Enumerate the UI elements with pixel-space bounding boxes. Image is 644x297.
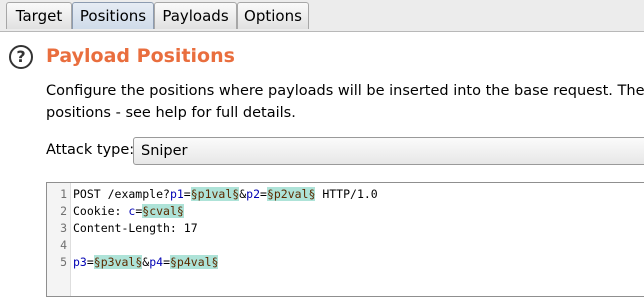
- code-text: HTTP/1.0: [315, 187, 378, 201]
- tab-options[interactable]: Options: [237, 2, 309, 29]
- payload-marker: §cval§: [142, 204, 184, 218]
- request-line: 5 p3=§p3val§&p4=§p4val§: [47, 254, 644, 271]
- request-editor[interactable]: 1 POST /example?p1=§p1val§&p2=§p2val§ HTT…: [46, 182, 644, 297]
- page-title: Payload Positions: [46, 45, 235, 67]
- param-name: p2: [246, 187, 260, 201]
- request-line-code: p3=§p3val§&p4=§p4val§: [73, 254, 219, 271]
- payload-marker: §p4val§: [170, 255, 219, 269]
- tab-positions[interactable]: Positions: [72, 2, 154, 29]
- code-text: Content-Length:: [73, 221, 184, 235]
- line-number: 2: [60, 204, 67, 218]
- payload-marker: §p2val§: [266, 187, 316, 201]
- description-line-2: positions - see help for full details.: [46, 105, 296, 121]
- description-line-1: Configure the positions where payloads w…: [46, 83, 644, 99]
- line-number: 1: [60, 187, 67, 201]
- line-number: 5: [60, 255, 67, 269]
- request-line-code: Cookie: c=§cval§: [73, 203, 184, 220]
- tab-target[interactable]: Target: [6, 2, 72, 29]
- attack-type-select[interactable]: Sniper: [133, 137, 644, 165]
- attack-type-label: Attack type:: [46, 142, 135, 158]
- request-line: 4: [47, 237, 644, 254]
- code-text: =: [260, 187, 267, 201]
- request-line: 2 Cookie: c=§cval§: [47, 203, 644, 220]
- payload-positions-panel: ? Payload Positions Configure the positi…: [0, 32, 644, 297]
- code-text: 17: [183, 221, 198, 235]
- help-icon[interactable]: ?: [9, 45, 33, 69]
- description: Configure the positions where payloads w…: [46, 80, 644, 124]
- code-text: =: [163, 255, 170, 269]
- request-line-code: POST /example?p1=§p1val§&p2=§p2val§ HTTP…: [73, 186, 378, 203]
- request-line: 1 POST /example?p1=§p1val§&p2=§p2val§ HTT…: [47, 186, 644, 203]
- param-name: p3: [73, 255, 87, 269]
- line-number: 4: [60, 238, 67, 252]
- param-name: p1: [169, 187, 184, 201]
- tab-bar: Target Positions Payloads Options: [0, 0, 644, 32]
- line-number: 3: [60, 221, 67, 235]
- code-text: =: [183, 187, 191, 201]
- payload-marker: §p1val§: [190, 187, 240, 201]
- tab-payloads[interactable]: Payloads: [154, 2, 237, 29]
- payload-marker: §p3val§: [93, 255, 143, 269]
- code-text: Cookie:: [73, 204, 129, 218]
- code-text: POST /example?: [73, 187, 170, 201]
- code-text: =: [86, 255, 94, 269]
- request-line: 3 Content-Length: 17: [47, 220, 644, 237]
- request-line-code: Content-Length: 17: [73, 220, 198, 237]
- param-name: p4: [149, 255, 164, 269]
